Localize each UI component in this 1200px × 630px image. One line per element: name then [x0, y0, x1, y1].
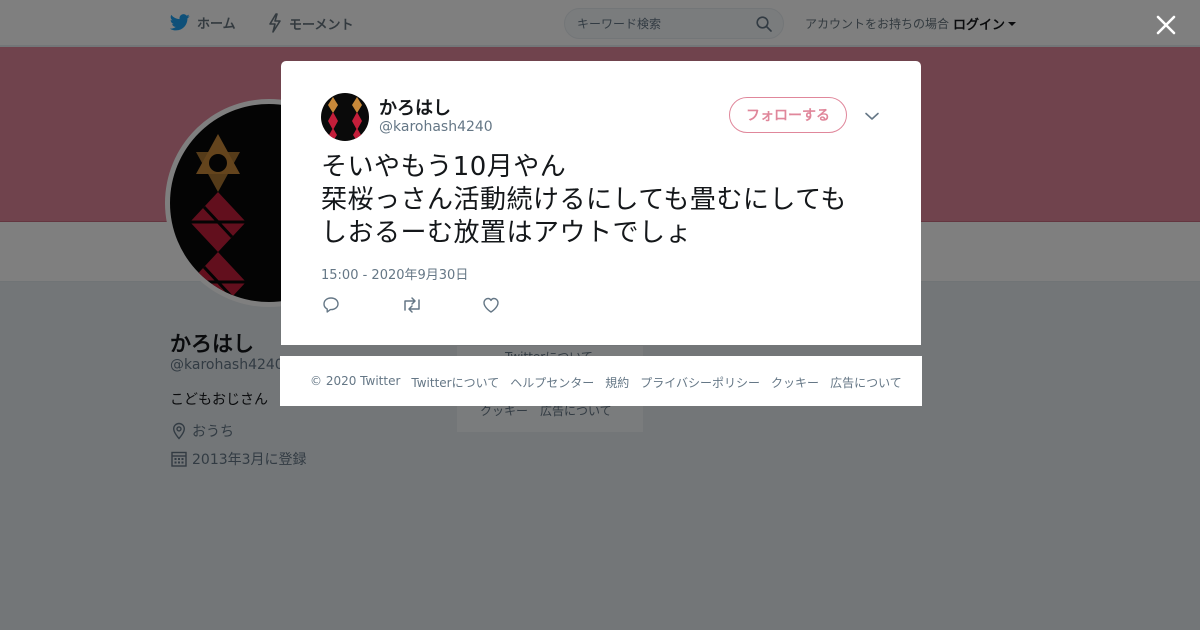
footer-link-about[interactable]: Twitterについて — [411, 376, 499, 390]
footer-link-privacy[interactable]: プライバシーポリシー — [640, 376, 760, 390]
follow-button[interactable]: フォローする — [729, 97, 847, 133]
heart-icon — [483, 297, 499, 313]
footer-copyright: © 2020 Twitter — [310, 374, 401, 388]
tweet-author-name[interactable]: かろはし — [379, 94, 451, 120]
reply-button[interactable] — [321, 295, 401, 315]
footer-link-ads[interactable]: 広告について — [830, 376, 902, 390]
tweet-timestamp[interactable]: 15:00 - 2020年9月30日 — [321, 264, 468, 283]
like-button[interactable] — [481, 295, 561, 315]
modal-footer: © 2020 Twitter Twitterについて ヘルプセンター 規約 プラ… — [280, 356, 922, 406]
close-icon[interactable] — [1152, 11, 1180, 39]
footer-link-help[interactable]: ヘルプセンター — [510, 376, 594, 390]
author-avatar-image — [321, 93, 369, 141]
tweet-author-avatar[interactable] — [321, 93, 369, 141]
tweet-modal: かろはし @karohash4240 フォローする そいやもう10月やん 栞桜っ… — [281, 61, 921, 345]
tweet-text: そいやもう10月やん 栞桜っさん活動続けるにしても畳むにしても しおるーむ放置は… — [321, 151, 891, 250]
retweet-icon — [404, 297, 420, 313]
footer-link-terms[interactable]: 規約 — [605, 376, 629, 390]
tweet-text-line: 栞桜っさん活動続けるにしても畳むにしても — [321, 185, 847, 215]
tweet-text-line: そいやもう10月やん — [321, 152, 567, 182]
reply-icon — [323, 297, 339, 313]
tweet-author-handle[interactable]: @karohash4240 — [379, 119, 493, 135]
tweet-text-line: しおるーむ放置はアウトでしょ — [321, 218, 693, 248]
footer-links: © 2020 Twitter Twitterについて ヘルプセンター 規約 プラ… — [310, 374, 902, 391]
footer-link-cookies[interactable]: クッキー — [771, 376, 819, 390]
retweet-button[interactable] — [401, 295, 481, 315]
chevron-down-icon[interactable] — [863, 107, 881, 125]
tweet-actions — [321, 295, 561, 315]
